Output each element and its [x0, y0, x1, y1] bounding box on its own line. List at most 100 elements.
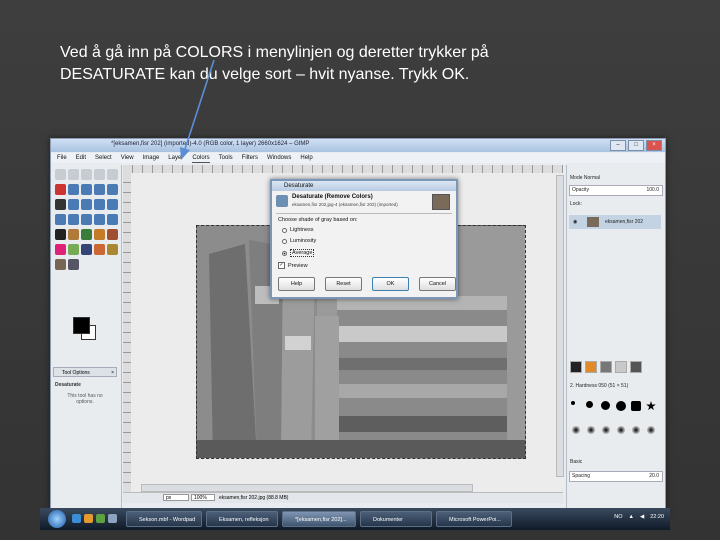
eraser-tool-icon[interactable] [55, 244, 66, 255]
quicklaunch-icon[interactable] [84, 514, 93, 523]
foreground-color-icon[interactable] [73, 317, 90, 334]
spacing-field[interactable]: Spacing 20.0 [569, 471, 663, 482]
checkbox-icon[interactable]: ✓ [278, 262, 285, 269]
ink-tool-icon[interactable] [81, 244, 92, 255]
fuzzy-select-tool-icon[interactable] [94, 169, 105, 180]
vertical-scrollbar[interactable] [556, 175, 564, 477]
swatch[interactable] [570, 361, 582, 373]
radio-icon[interactable] [282, 238, 287, 244]
taskbar-button[interactable]: Eksamen, refleksjon [206, 511, 278, 527]
paintbrush-tool-icon[interactable] [107, 229, 118, 240]
brush-item[interactable] [601, 401, 610, 410]
menu-view[interactable]: View [121, 153, 134, 163]
radio-average[interactable]: Average [282, 249, 315, 257]
cancel-button[interactable]: Cancel [419, 277, 456, 291]
quicklaunch-icon[interactable] [96, 514, 105, 523]
radio-lightness[interactable]: Lightness [282, 227, 314, 233]
layer-row[interactable]: ◉ eksamen,fisr 202 [569, 215, 661, 229]
menu-colors[interactable]: Colors [192, 153, 210, 163]
scale-tool-icon[interactable] [55, 214, 66, 225]
free-select-tool-icon[interactable] [81, 169, 92, 180]
menu-help[interactable]: Help [300, 153, 312, 163]
brush-item[interactable] [616, 401, 626, 411]
horizontal-scrollbar[interactable] [141, 484, 473, 492]
perspective-tool-icon[interactable] [81, 214, 92, 225]
rotate-tool-icon[interactable] [107, 199, 118, 210]
airbrush-tool-icon[interactable] [68, 244, 79, 255]
opacity-field[interactable]: Opacity 100.0 [569, 185, 663, 196]
zoom-tool-icon[interactable] [107, 184, 118, 195]
foreground-select-tool-icon[interactable] [68, 184, 79, 195]
radio-icon[interactable] [282, 227, 287, 233]
swatch[interactable] [585, 361, 597, 373]
unit-select[interactable]: px [163, 494, 189, 501]
start-button[interactable] [48, 510, 66, 528]
reset-button[interactable]: Reset [325, 277, 362, 291]
taskbar-button[interactable]: Sekson.mbf - Wordpad [126, 511, 202, 527]
help-button[interactable]: Help [278, 277, 315, 291]
quicklaunch-icon[interactable] [108, 514, 117, 523]
cage-tool-icon[interactable] [107, 214, 118, 225]
swatch[interactable] [630, 361, 642, 373]
pencil-tool-icon[interactable] [94, 229, 105, 240]
heal-tool-icon[interactable] [107, 244, 118, 255]
text-tool-icon[interactable] [55, 229, 66, 240]
menu-image[interactable]: Image [143, 153, 160, 163]
radio-icon[interactable] [282, 250, 287, 256]
brush-item[interactable] [571, 401, 575, 405]
menu-tools[interactable]: Tools [219, 153, 233, 163]
eye-icon[interactable]: ◉ [573, 219, 577, 225]
blend-tool-icon[interactable] [81, 229, 92, 240]
radio-luminosity[interactable]: Luminosity [282, 238, 316, 244]
flip-tool-icon[interactable] [94, 214, 105, 225]
menu-layer[interactable]: Layer [168, 153, 183, 163]
preview-checkbox[interactable]: ✓ Preview [278, 262, 308, 269]
close-button[interactable]: × [646, 140, 662, 151]
network-icon[interactable]: ▲ [629, 514, 634, 520]
ellipse-select-tool-icon[interactable] [68, 169, 79, 180]
move-tool-icon[interactable] [68, 199, 79, 210]
shear-tool-icon[interactable] [68, 214, 79, 225]
crop-tool-icon[interactable] [94, 199, 105, 210]
window-titlebar[interactable]: *[eksamen,fisr 202] (imported)-4.0 (RGB … [51, 139, 665, 152]
brush-item[interactable] [646, 424, 656, 435]
volume-icon[interactable]: ◀ [640, 514, 644, 520]
brush-item[interactable] [631, 401, 641, 411]
quicklaunch-icon[interactable] [72, 514, 81, 523]
color-picker-tool-icon[interactable] [94, 184, 105, 195]
taskbar-button[interactable]: Microsoft PowerPoi... [436, 511, 512, 527]
taskbar-button[interactable]: Dokumenter [360, 511, 432, 527]
swatch[interactable] [615, 361, 627, 373]
vertical-ruler[interactable] [123, 173, 131, 502]
menu-file[interactable]: File [57, 153, 67, 163]
brush-item[interactable] [631, 424, 641, 435]
menu-select[interactable]: Select [95, 153, 112, 163]
brush-item[interactable] [616, 424, 626, 435]
brush-item[interactable] [571, 424, 581, 435]
dodge-burn-tool-icon[interactable] [68, 259, 79, 270]
menu-edit[interactable]: Edit [76, 153, 86, 163]
rect-select-tool-icon[interactable] [55, 169, 66, 180]
fg-bg-color-swatch[interactable] [73, 317, 96, 340]
menu-filters[interactable]: Filters [242, 153, 258, 163]
taskbar-button[interactable]: *[eksamen,fisr 202]... [282, 511, 356, 527]
ok-button[interactable]: OK [372, 277, 409, 291]
align-tool-icon[interactable] [81, 199, 92, 210]
color-select-tool-icon[interactable] [107, 169, 118, 180]
close-tab-icon[interactable]: × [111, 368, 114, 378]
clock[interactable]: 22:20 [650, 514, 664, 520]
maximize-button[interactable]: □ [628, 140, 644, 151]
brush-item[interactable] [601, 424, 611, 435]
smudge-tool-icon[interactable] [55, 259, 66, 270]
bucket-fill-tool-icon[interactable] [68, 229, 79, 240]
brush-item[interactable] [646, 401, 656, 411]
tab-tool-options[interactable]: Tool Options × [53, 367, 117, 377]
minimize-button[interactable]: – [610, 140, 626, 151]
measure-tool-icon[interactable] [55, 199, 66, 210]
swatch[interactable] [600, 361, 612, 373]
clone-tool-icon[interactable] [94, 244, 105, 255]
brush-item[interactable] [586, 424, 596, 435]
horizontal-ruler[interactable] [123, 165, 563, 173]
dialog-titlebar[interactable]: Desaturate [272, 181, 456, 191]
language-indicator[interactable]: NO [614, 514, 622, 520]
